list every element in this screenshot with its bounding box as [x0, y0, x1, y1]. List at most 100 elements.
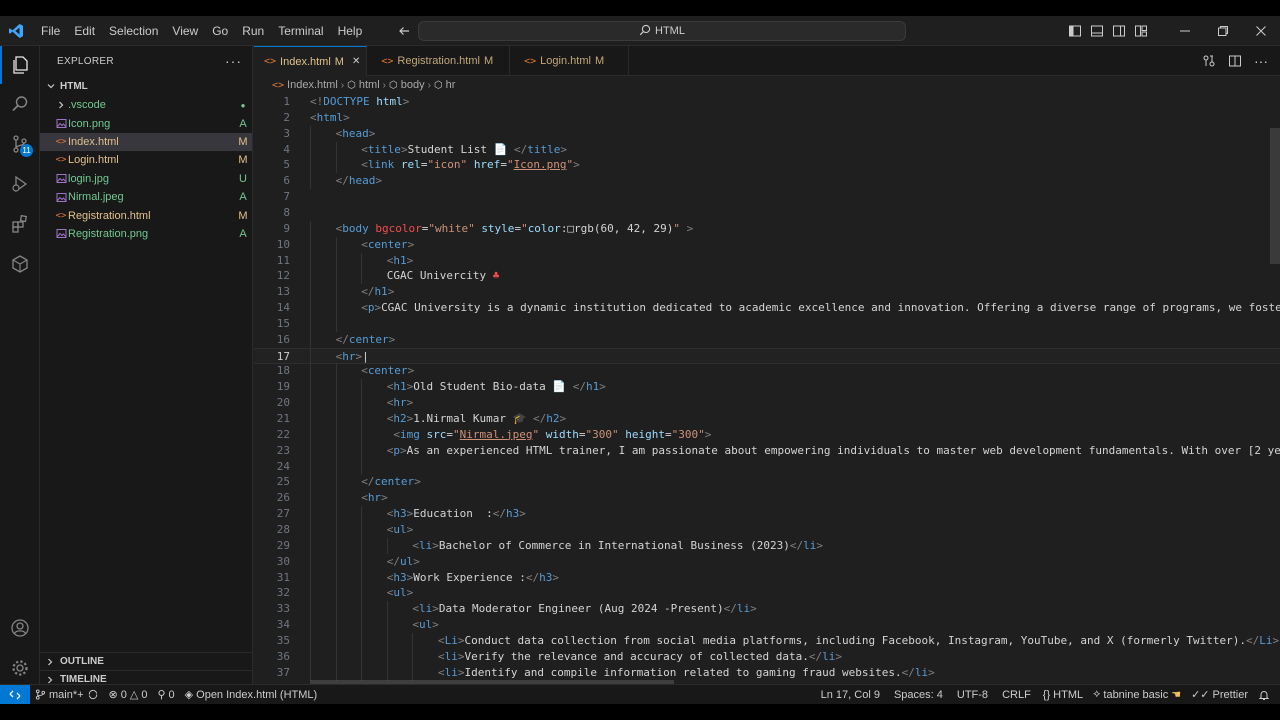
close-icon[interactable]: ✕	[352, 56, 360, 67]
code-line[interactable]: 37 <li>Identify and compile information r…	[254, 664, 1280, 681]
code-line[interactable]: 17 <hr>|	[254, 347, 1280, 365]
menu-view[interactable]: View	[165, 16, 205, 46]
breadcrumb-html[interactable]: html	[359, 79, 380, 91]
code-line[interactable]: 5 <link rel="icon" href="Icon.png">	[254, 157, 1280, 174]
code-line[interactable]: 14 <p>CGAC University is a dynamic instit…	[254, 300, 1280, 317]
file-tree-item[interactable]: Icon.png A	[40, 114, 252, 132]
language-mode[interactable]: {} HTML	[1038, 685, 1088, 705]
file-tree-item[interactable]: Nirmal.jpeg A	[40, 188, 252, 206]
code-line[interactable]: 22 <img src="Nirmal.jpeg" width="300" he…	[254, 426, 1280, 443]
minimize-icon[interactable]	[1166, 16, 1204, 46]
code-line[interactable]: 34 <ul>	[254, 617, 1280, 634]
account-icon[interactable]	[0, 608, 40, 648]
menu-edit[interactable]: Edit	[67, 16, 102, 46]
toggle-primary-sidebar-icon[interactable]	[1064, 20, 1086, 42]
code-line[interactable]: 35 <Li>Conduct data collection from socia…	[254, 632, 1280, 649]
compare-changes-icon[interactable]	[1198, 50, 1220, 72]
code-line[interactable]: 32 <ul>	[254, 585, 1280, 602]
tabnine-status[interactable]: ⟡ tabnine basic ☚	[1088, 685, 1186, 705]
code-line[interactable]: 24	[254, 458, 1280, 475]
code-line[interactable]: 1 <!DOCTYPE html>	[254, 94, 1280, 110]
code-line[interactable]: 28 <ul>	[254, 521, 1280, 538]
code-line[interactable]: 36 <li>Verify the relevance and accuracy …	[254, 648, 1280, 665]
toggle-secondary-sidebar-icon[interactable]	[1108, 20, 1130, 42]
line-ending[interactable]: CRLF	[997, 685, 1036, 705]
split-editor-icon[interactable]	[1224, 50, 1246, 72]
customize-layout-icon[interactable]	[1130, 20, 1152, 42]
code-line[interactable]: 15	[254, 315, 1280, 332]
close-window-icon[interactable]	[1242, 16, 1280, 46]
code-line[interactable]: 10 <center>	[254, 236, 1280, 253]
code-line[interactable]: 33 <li>Data Moderator Engineer (Aug 2024 …	[254, 601, 1280, 618]
problems-indicator[interactable]: ⊗ 0 △ 0	[104, 685, 153, 705]
breadcrumb-hr[interactable]: hr	[446, 79, 456, 91]
menu-run[interactable]: Run	[235, 16, 271, 46]
prettier-status[interactable]: ✓✓ Prettier	[1186, 685, 1253, 705]
code-line[interactable]: 12 CGAC Univercity ♣	[254, 268, 1280, 285]
menu-help[interactable]: Help	[331, 16, 370, 46]
indentation[interactable]: Spaces: 4	[889, 685, 948, 705]
open-file-preview[interactable]: ◈ Open Index.html (HTML)	[180, 685, 323, 705]
code-line[interactable]: 6 </head>	[254, 173, 1280, 190]
code-line[interactable]: 8	[254, 205, 1280, 221]
remote-indicator-icon[interactable]	[0, 684, 30, 704]
code-line[interactable]: 23 <p>As an experienced HTML trainer, I a…	[254, 442, 1280, 459]
workspace-folder[interactable]: HTML	[40, 76, 252, 96]
restore-icon[interactable]	[1204, 16, 1242, 46]
tab-registration-html[interactable]: <> Registration.html M	[367, 46, 511, 76]
source-control-icon[interactable]: 11	[0, 124, 40, 164]
code-line[interactable]: 3 <head>	[254, 125, 1280, 142]
explorer-icon[interactable]	[0, 46, 40, 84]
file-tree-item[interactable]: <> Index.html M	[40, 132, 252, 152]
cursor-position[interactable]: Ln 17, Col 9	[816, 685, 885, 705]
code-line[interactable]: 16 </center>	[254, 331, 1280, 348]
vertical-scroll-thumb[interactable]	[1270, 128, 1280, 264]
command-center-search[interactable]: HTML	[418, 21, 906, 41]
ports-indicator[interactable]: ⚲ 0	[152, 685, 179, 705]
tab-index-html[interactable]: <> Index.html M ✕	[254, 46, 368, 76]
code-line[interactable]: 21 <h2>1.Nirmal Kumar 🎓 </h2>	[254, 411, 1280, 427]
more-actions-icon[interactable]: ···	[1250, 50, 1272, 72]
code-line[interactable]: 20 <hr>	[254, 395, 1280, 412]
breadcrumb-file[interactable]: Index.html	[287, 79, 338, 91]
code-line[interactable]: 2 <html>	[254, 110, 1280, 126]
file-tree-item[interactable]: <> Login.html M	[40, 151, 252, 169]
vertical-scrollbar[interactable]	[1268, 94, 1280, 688]
breadcrumb-body[interactable]: body	[401, 79, 425, 91]
code-line[interactable]: 4 <title>Student List 📄 </title>	[254, 141, 1280, 158]
code-line[interactable]: 9 <body bgcolor="white" style="color:□rgb…	[254, 220, 1280, 237]
git-branch[interactable]: main*+	[30, 685, 104, 705]
more-actions-icon[interactable]: ···	[225, 53, 242, 69]
back-arrow-icon[interactable]	[393, 20, 415, 42]
menu-file[interactable]: File	[34, 16, 67, 46]
code-line[interactable]: 7	[254, 189, 1280, 205]
code-line[interactable]: 26 <hr>	[254, 490, 1280, 507]
code-line[interactable]: 30 </ul>	[254, 553, 1280, 570]
menu-selection[interactable]: Selection	[102, 16, 165, 46]
file-tree-item[interactable]: <> Registration.html M	[40, 206, 252, 224]
menu-terminal[interactable]: Terminal	[271, 16, 330, 46]
extensions-icon[interactable]	[0, 204, 40, 244]
outline-section[interactable]: OUTLINE	[40, 652, 253, 670]
code-line[interactable]: 27 <h3>Education :</h3>	[254, 506, 1280, 523]
code-line[interactable]: 29 <li>Bachelor of Commerce in Internatio…	[254, 537, 1280, 554]
code-line[interactable]: 11 <h1>	[254, 252, 1280, 269]
tab-login-html[interactable]: <> Login.html M	[510, 46, 630, 76]
file-tree-item[interactable]: Registration.png A	[40, 225, 252, 243]
code-editor[interactable]: 1 <!DOCTYPE html> 2 <html> 3 <head> 4 <title>St…	[254, 94, 1280, 688]
file-tree-item[interactable]: login.jpg U	[40, 170, 252, 188]
code-line[interactable]: 25 </center>	[254, 474, 1280, 491]
file-tree-item[interactable]: .vscode ●	[40, 96, 252, 114]
search-icon[interactable]	[0, 84, 40, 124]
notifications-bell-icon[interactable]	[1253, 685, 1280, 705]
remote-explorer-icon[interactable]	[0, 244, 40, 284]
manage-gear-icon[interactable]	[0, 648, 40, 688]
toggle-panel-icon[interactable]	[1086, 20, 1108, 42]
menu-go[interactable]: Go	[205, 16, 235, 46]
code-line[interactable]: 31 <h3>Work Experience :</h3>	[254, 569, 1280, 586]
code-line[interactable]: 19 <h1>Old Student Bio-data 📄 </h1>	[254, 379, 1280, 396]
encoding[interactable]: UTF-8	[952, 685, 993, 705]
run-debug-icon[interactable]	[0, 164, 40, 204]
code-line[interactable]: 18 <center>	[254, 363, 1280, 380]
code-line[interactable]: 13 </h1>	[254, 284, 1280, 301]
